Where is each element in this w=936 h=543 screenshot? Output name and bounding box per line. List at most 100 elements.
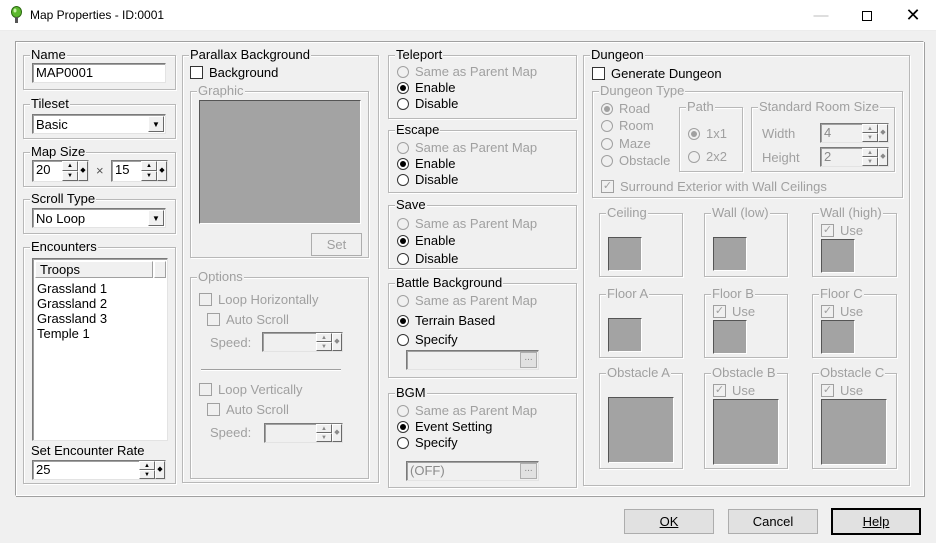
- auto-scroll-h-row[interactable]: Auto Scroll: [207, 312, 289, 327]
- escape-option-enable[interactable]: Enable: [397, 156, 455, 171]
- spin-down-icon[interactable]: ▼: [316, 342, 332, 351]
- radio-button[interactable]: [601, 137, 613, 150]
- surround-row[interactable]: ✓ Surround Exterior with Wall Ceilings: [601, 179, 827, 194]
- floor-b-use-row[interactable]: ✓ Use: [713, 304, 755, 319]
- spin-menu-icon[interactable]: ◆: [332, 424, 342, 442]
- radio-button[interactable]: [397, 333, 409, 346]
- bgm-option-event[interactable]: Event Setting: [397, 419, 492, 434]
- radio-button[interactable]: [397, 173, 409, 186]
- radio-button[interactable]: [397, 314, 409, 327]
- spin-up-icon[interactable]: ▲: [316, 333, 332, 342]
- teleport-option-parent[interactable]: Same as Parent Map: [397, 64, 537, 79]
- wall-low-tile-preview[interactable]: [713, 237, 747, 271]
- list-item[interactable]: Grassland 3: [37, 311, 107, 326]
- radio-button[interactable]: [601, 119, 613, 132]
- troops-column-header[interactable]: Troops: [35, 261, 153, 278]
- chevron-down-icon[interactable]: ▼: [148, 116, 164, 132]
- spin-down-icon[interactable]: ▼: [862, 157, 878, 166]
- spin-menu-icon[interactable]: ◆: [332, 333, 342, 351]
- bgm-browse-button[interactable]: ...: [520, 463, 537, 479]
- surround-checkbox[interactable]: ✓: [601, 180, 614, 193]
- help-button[interactable]: Help: [831, 508, 921, 535]
- save-option-disable[interactable]: Disable: [397, 251, 458, 266]
- ok-button[interactable]: OK: [624, 509, 714, 534]
- encounter-rate-input[interactable]: 25 ▲ ▼ ◆: [32, 460, 166, 480]
- spin-up-icon[interactable]: ▲: [141, 161, 157, 171]
- escape-option-disable[interactable]: Disable: [397, 172, 458, 187]
- type-maze-row[interactable]: Maze: [601, 136, 651, 151]
- spin-up-icon[interactable]: ▲: [62, 161, 78, 171]
- radio-button[interactable]: [397, 217, 409, 230]
- wall-high-tile-preview[interactable]: [821, 239, 855, 273]
- floor-c-use-row[interactable]: ✓ Use: [821, 304, 863, 319]
- set-graphic-button[interactable]: Set: [311, 233, 362, 256]
- background-checkbox-row[interactable]: Background: [190, 65, 278, 80]
- use-checkbox[interactable]: ✓: [821, 305, 834, 318]
- map-width-input[interactable]: 20 ▲ ▼ ◆: [32, 160, 89, 182]
- list-item[interactable]: Temple 1: [37, 326, 107, 341]
- spin-menu-icon[interactable]: ◆: [878, 124, 888, 142]
- battle-bg-input[interactable]: ...: [406, 350, 539, 370]
- type-obstacle-row[interactable]: Obstacle: [601, 153, 670, 168]
- spin-up-icon[interactable]: ▲: [862, 148, 878, 157]
- generate-dungeon-checkbox[interactable]: [592, 67, 605, 80]
- list-item[interactable]: Grassland 2: [37, 296, 107, 311]
- bgm-option-parent[interactable]: Same as Parent Map: [397, 403, 537, 418]
- radio-button[interactable]: [397, 436, 409, 449]
- obstacle-a-tile-preview[interactable]: [608, 397, 674, 463]
- radio-button[interactable]: [397, 420, 409, 433]
- radio-button[interactable]: [688, 150, 700, 163]
- floor-c-tile-preview[interactable]: [821, 320, 855, 354]
- radio-button[interactable]: [688, 127, 700, 140]
- room-height-input[interactable]: 2 ▲ ▼ ◆: [820, 147, 889, 167]
- path-2x2-row[interactable]: 2x2: [688, 149, 727, 164]
- chevron-down-icon[interactable]: ▼: [148, 210, 164, 226]
- list-item[interactable]: Grassland 1: [37, 281, 107, 296]
- spin-menu-icon[interactable]: ◆: [155, 461, 165, 479]
- tileset-dropdown[interactable]: Basic ▼: [32, 114, 166, 134]
- map-height-input[interactable]: 15 ▲ ▼ ◆: [111, 160, 168, 182]
- type-road-row[interactable]: Road: [601, 101, 650, 116]
- battle-bg-browse-button[interactable]: ...: [520, 352, 537, 368]
- spin-down-icon[interactable]: ▼: [62, 171, 78, 181]
- loop-vertically-checkbox[interactable]: [199, 383, 212, 396]
- battle-bg-option-parent[interactable]: Same as Parent Map: [397, 293, 537, 308]
- bgm-option-specify[interactable]: Specify: [397, 435, 458, 450]
- troops-list[interactable]: Troops Grassland 1 Grassland 2 Grassland…: [32, 258, 168, 441]
- wall-high-use-row[interactable]: ✓ Use: [821, 223, 863, 238]
- speed-v-input[interactable]: ▲ ▼ ◆: [264, 423, 343, 443]
- bgm-input[interactable]: (OFF) ...: [406, 461, 539, 481]
- background-checkbox[interactable]: [190, 66, 203, 79]
- auto-scroll-v-checkbox[interactable]: [207, 403, 220, 416]
- ceiling-tile-preview[interactable]: [608, 237, 642, 271]
- spin-up-icon[interactable]: ▲: [862, 124, 878, 133]
- spin-menu-icon[interactable]: ◆: [157, 161, 167, 181]
- use-checkbox[interactable]: ✓: [713, 305, 726, 318]
- save-option-parent[interactable]: Same as Parent Map: [397, 216, 537, 231]
- minimize-icon[interactable]: —: [798, 0, 844, 31]
- spin-menu-icon[interactable]: ◆: [878, 148, 888, 166]
- obstacle-b-tile-preview[interactable]: [713, 399, 779, 465]
- obstacle-c-use-row[interactable]: ✓ Use: [821, 383, 863, 398]
- battle-bg-option-terrain[interactable]: Terrain Based: [397, 313, 495, 328]
- close-icon[interactable]: ✕: [890, 0, 936, 31]
- spin-up-icon[interactable]: ▲: [316, 424, 332, 433]
- obstacle-c-tile-preview[interactable]: [821, 399, 887, 465]
- radio-button[interactable]: [397, 234, 409, 247]
- speed-h-input[interactable]: ▲ ▼ ◆: [262, 332, 343, 352]
- spin-up-icon[interactable]: ▲: [139, 461, 155, 470]
- spin-down-icon[interactable]: ▼: [316, 433, 332, 442]
- radio-button[interactable]: [397, 294, 409, 307]
- name-input[interactable]: MAP0001: [32, 63, 166, 83]
- use-checkbox[interactable]: ✓: [821, 384, 834, 397]
- teleport-option-disable[interactable]: Disable: [397, 96, 458, 111]
- auto-scroll-v-row[interactable]: Auto Scroll: [207, 402, 289, 417]
- save-option-enable[interactable]: Enable: [397, 233, 455, 248]
- type-room-row[interactable]: Room: [601, 118, 654, 133]
- radio-button[interactable]: [601, 154, 613, 167]
- escape-option-parent[interactable]: Same as Parent Map: [397, 140, 537, 155]
- teleport-option-enable[interactable]: Enable: [397, 80, 455, 95]
- floor-a-tile-preview[interactable]: [608, 318, 642, 352]
- scroll-type-dropdown[interactable]: No Loop ▼: [32, 208, 166, 228]
- spin-menu-icon[interactable]: ◆: [78, 161, 88, 181]
